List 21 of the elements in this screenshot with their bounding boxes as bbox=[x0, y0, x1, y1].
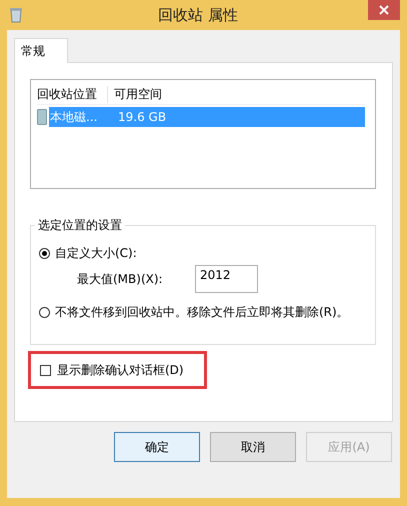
list-cell-text: 19.6 GB bbox=[117, 110, 166, 124]
input-field[interactable]: 2012 bbox=[195, 265, 258, 293]
window-title: 回收站 属性 bbox=[157, 6, 239, 24]
radio-button[interactable] bbox=[39, 306, 50, 318]
dialog-button[interactable]: 确定 bbox=[114, 432, 200, 462]
tab[interactable]: 常规 bbox=[14, 38, 68, 63]
group-title: 选定位置的设置 bbox=[35, 217, 125, 234]
list-cell-text: 本地磁... bbox=[49, 108, 98, 126]
dialog-button[interactable]: 取消 bbox=[210, 432, 296, 462]
field-label: 最大值(MB)(X): bbox=[77, 270, 164, 288]
column-header[interactable]: 可用空间 bbox=[108, 86, 168, 102]
column-header[interactable]: 回收站位置 bbox=[37, 86, 108, 102]
recycle-bin-icon bbox=[10, 7, 22, 23]
option-label: 不将文件移到回收站中。移除文件后立即将其删除(R)。 bbox=[55, 304, 349, 320]
option-label: 自定义大小(C): bbox=[55, 244, 137, 262]
radio-button[interactable] bbox=[39, 248, 50, 258]
checkbox-label: 显示删除确认对话框(D) bbox=[57, 362, 184, 378]
drive-icon bbox=[37, 109, 47, 125]
checkbox[interactable] bbox=[40, 364, 51, 376]
close-icon bbox=[379, 5, 389, 15]
close-button[interactable] bbox=[368, 0, 400, 20]
